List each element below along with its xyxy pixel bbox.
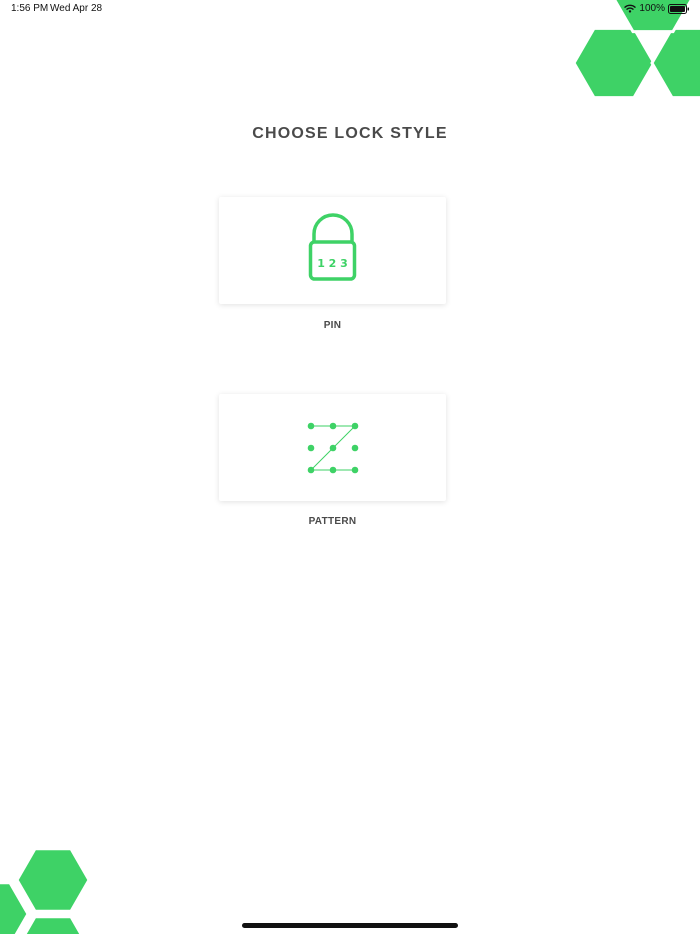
decorative-hexagon: [15, 847, 91, 913]
decorative-hexagon: [23, 915, 83, 934]
status-date: Wed Apr 28: [50, 3, 103, 14]
home-indicator[interactable]: [242, 923, 458, 928]
pattern-option-card[interactable]: [219, 394, 446, 501]
battery-icon: [668, 3, 690, 14]
padlock-123-icon: 1 2 3: [308, 213, 357, 281]
pattern-grid-icon: [307, 422, 359, 474]
decorative-hexagon: [572, 26, 656, 100]
status-time: 1:56 PM: [11, 3, 49, 14]
page-title: CHOOSE LOCK STYLE: [252, 125, 448, 142]
status-right: 100%: [624, 3, 690, 14]
pin-option-card[interactable]: 1 2 3: [219, 197, 446, 304]
pin-option-label: PIN: [323, 320, 342, 331]
battery-percent: 100%: [639, 3, 665, 14]
pin-icon-digits: 1 2 3: [317, 257, 348, 270]
wifi-icon: [624, 4, 637, 13]
pattern-option-label: PATTERN: [308, 516, 357, 527]
status-bar: 1:56 PM Wed Apr 28 100%: [0, 0, 700, 20]
decorative-hexagon: [650, 26, 700, 100]
